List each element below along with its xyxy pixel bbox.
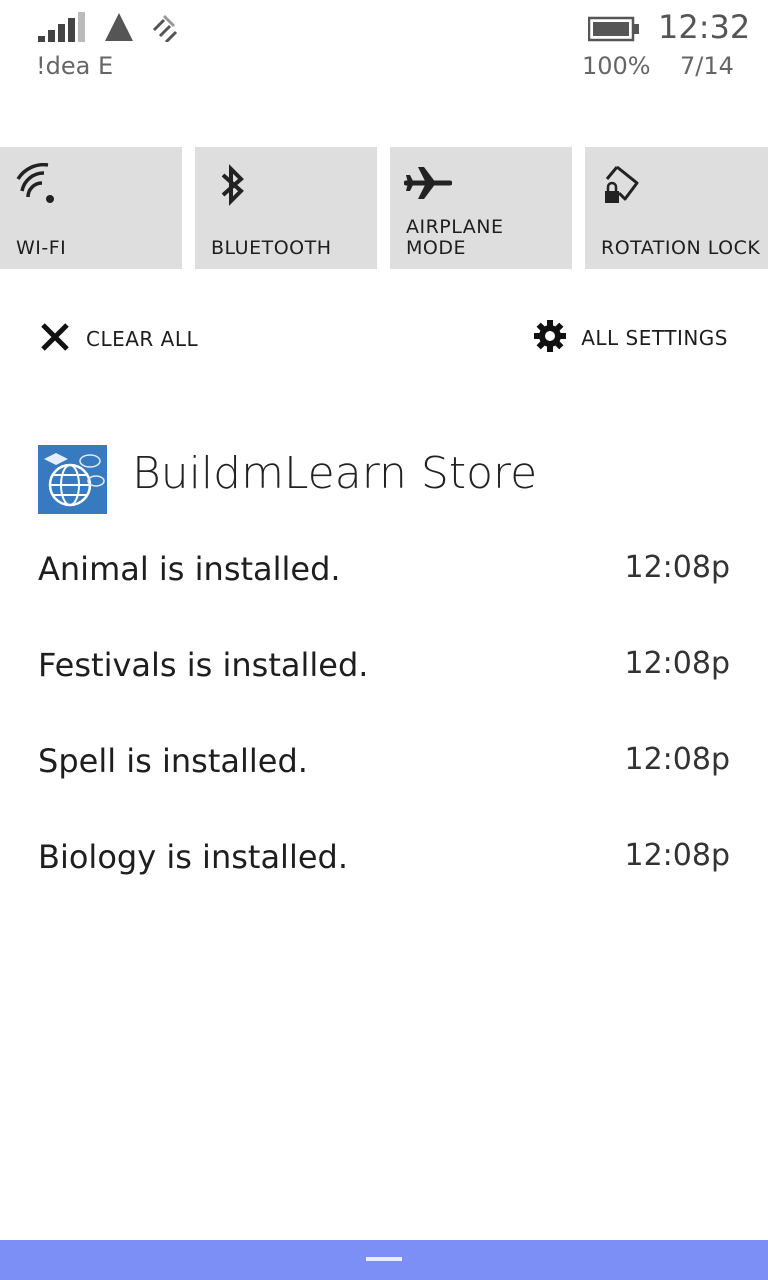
notification-time: 12:08p bbox=[624, 550, 731, 585]
battery-percent: 100% bbox=[582, 52, 651, 80]
notification-message: Animal is installed. bbox=[38, 550, 341, 588]
carrier-name: !dea E bbox=[36, 52, 114, 80]
clear-all-label: CLEAR ALL bbox=[86, 327, 199, 351]
clear-all-button[interactable]: CLEAR ALL bbox=[40, 322, 198, 356]
airplane-icon bbox=[403, 163, 453, 207]
drag-handle[interactable] bbox=[366, 1257, 402, 1261]
status-bar: !dea E 12:32 100% 7/14 bbox=[0, 0, 768, 90]
quick-action-rotation-lock[interactable]: ROTATION LOCK bbox=[585, 147, 768, 269]
gear-icon bbox=[533, 319, 567, 357]
quick-action-label: ROTATION LOCK bbox=[601, 237, 761, 259]
quick-action-wifi[interactable]: WI-FI bbox=[0, 147, 182, 269]
notification-message: Spell is installed. bbox=[38, 742, 308, 780]
notification-time: 12:08p bbox=[624, 838, 731, 873]
rotation-lock-icon bbox=[601, 163, 645, 211]
wifi-icon bbox=[14, 162, 58, 207]
clock-time: 12:32 bbox=[658, 8, 751, 46]
notification-time: 12:08p bbox=[624, 646, 731, 681]
quick-action-label-line2: MODE bbox=[406, 237, 466, 259]
quick-action-label: WI-FI bbox=[16, 237, 67, 259]
quick-action-bluetooth[interactable]: BLUETOOTH bbox=[195, 147, 377, 269]
action-center: !dea E 12:32 100% 7/14 WI-FI BLUETOOTH A… bbox=[0, 0, 768, 1280]
notification-time: 12:08p bbox=[624, 742, 731, 777]
quick-action-airplane-mode[interactable]: AIRPLANE MODE bbox=[390, 147, 572, 269]
notification-message: Biology is installed. bbox=[38, 838, 348, 876]
all-settings-button[interactable]: ALL SETTINGS bbox=[533, 320, 728, 356]
quick-action-label: AIRPLANE MODE bbox=[406, 217, 504, 259]
date: 7/14 bbox=[680, 52, 734, 80]
quick-action-label: BLUETOOTH bbox=[211, 237, 332, 259]
notification-message: Festivals is installed. bbox=[38, 646, 369, 684]
notification-item[interactable]: Festivals is installed. 12:08p bbox=[38, 646, 730, 690]
close-icon bbox=[40, 322, 70, 356]
app-icon bbox=[38, 445, 107, 514]
notification-item[interactable]: Spell is installed. 12:08p bbox=[38, 742, 730, 786]
all-settings-label: ALL SETTINGS bbox=[581, 326, 728, 350]
network-warning-icon bbox=[104, 12, 134, 46]
notification-app-name: BuildmLearn Store bbox=[132, 448, 538, 499]
battery-icon bbox=[587, 16, 640, 46]
bluetooth-icon bbox=[215, 163, 249, 211]
notification-item[interactable]: Biology is installed. 12:08p bbox=[38, 838, 730, 882]
action-center-handle-bar[interactable] bbox=[0, 1240, 768, 1280]
wifi-sense-icon bbox=[150, 12, 180, 46]
signal-icon bbox=[38, 12, 86, 46]
quick-action-label-line1: AIRPLANE bbox=[406, 216, 504, 238]
notification-item[interactable]: Animal is installed. 12:08p bbox=[38, 550, 730, 594]
